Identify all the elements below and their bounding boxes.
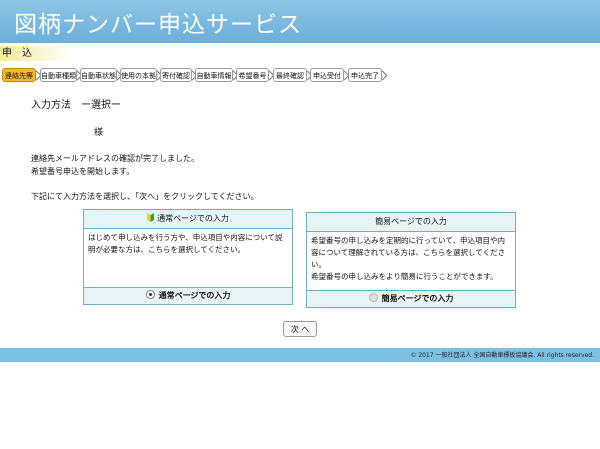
step-donation-confirm: 寄付確認 bbox=[160, 68, 192, 82]
option-card-simple-description: 希望番号の申し込みを定期的に行っていて、申込項目や内容について理解されている方は… bbox=[311, 236, 506, 281]
option-card-normal-description: はじめて申し込みを行う方や、申込項目や内容について説明が必要な方は、こちらを選択… bbox=[88, 233, 283, 254]
step-vehicle-type: 自動車種類 bbox=[40, 68, 77, 82]
radio-normal-label: 通常ページでの入力 bbox=[158, 291, 231, 300]
step-vehicle-info: 自動車情報 bbox=[195, 68, 233, 82]
step-contact: 連絡先等 bbox=[2, 68, 36, 82]
instruction-text: 下記にて入力方法を選択し、「次へ」をクリックしてください。 bbox=[31, 192, 259, 201]
copyright-text: © 2017 一般社団法人 全国自動車標板協議会. All rights res… bbox=[410, 352, 594, 359]
step-complete: 申込完了 bbox=[348, 68, 382, 82]
app-header: 図柄ナンバー申込サービス bbox=[0, 0, 600, 43]
next-button[interactable]: 次 へ bbox=[283, 321, 317, 337]
step-base-location: 使用の本拠 bbox=[120, 68, 157, 82]
step-final-confirm: 最終確認 bbox=[273, 68, 307, 82]
start-message: 希望番号申込を開始します。 bbox=[31, 167, 135, 176]
app-title: 図柄ナンバー申込サービス bbox=[14, 12, 302, 38]
normal-heading-text: 通常ページでの入力 bbox=[157, 214, 229, 223]
footer: © 2017 一般社団法人 全国自動車標板協議会. All rights res… bbox=[0, 348, 600, 362]
option-card-simple[interactable]: 簡易ページでの入力 希望番号の申し込みを定期的に行っていて、申込項目や内容につい… bbox=[306, 212, 516, 308]
radio-normal-input[interactable]: 通常ページでの入力 bbox=[84, 287, 292, 304]
user-name-suffix: 様 bbox=[94, 128, 104, 138]
radio-simple-label: 簡易ページでの入力 bbox=[381, 294, 454, 303]
radio-normal[interactable] bbox=[145, 290, 155, 299]
page-title: 入力方法 ー選択ー bbox=[31, 100, 121, 111]
step-vehicle-status: 自動車状態 bbox=[80, 68, 117, 82]
beginner-mark-icon bbox=[147, 213, 155, 222]
radio-simple-input[interactable]: 簡易ページでの入力 bbox=[307, 290, 515, 307]
section-label: 申 込 bbox=[0, 46, 72, 61]
option-card-simple-heading: 簡易ページでの入力 bbox=[307, 213, 515, 232]
radio-simple[interactable] bbox=[368, 293, 378, 302]
option-card-normal[interactable]: 通常ページでの入力 はじめて申し込みを行う方や、申込項目や内容について説明が必要… bbox=[83, 209, 293, 305]
step-desired-number: 希望番号 bbox=[236, 68, 269, 82]
step-received: 申込受付 bbox=[310, 68, 344, 82]
confirm-message: 連絡先メールアドレスの確認が完了しました。 bbox=[31, 154, 199, 163]
option-card-normal-heading: 通常ページでの入力 bbox=[84, 210, 292, 229]
